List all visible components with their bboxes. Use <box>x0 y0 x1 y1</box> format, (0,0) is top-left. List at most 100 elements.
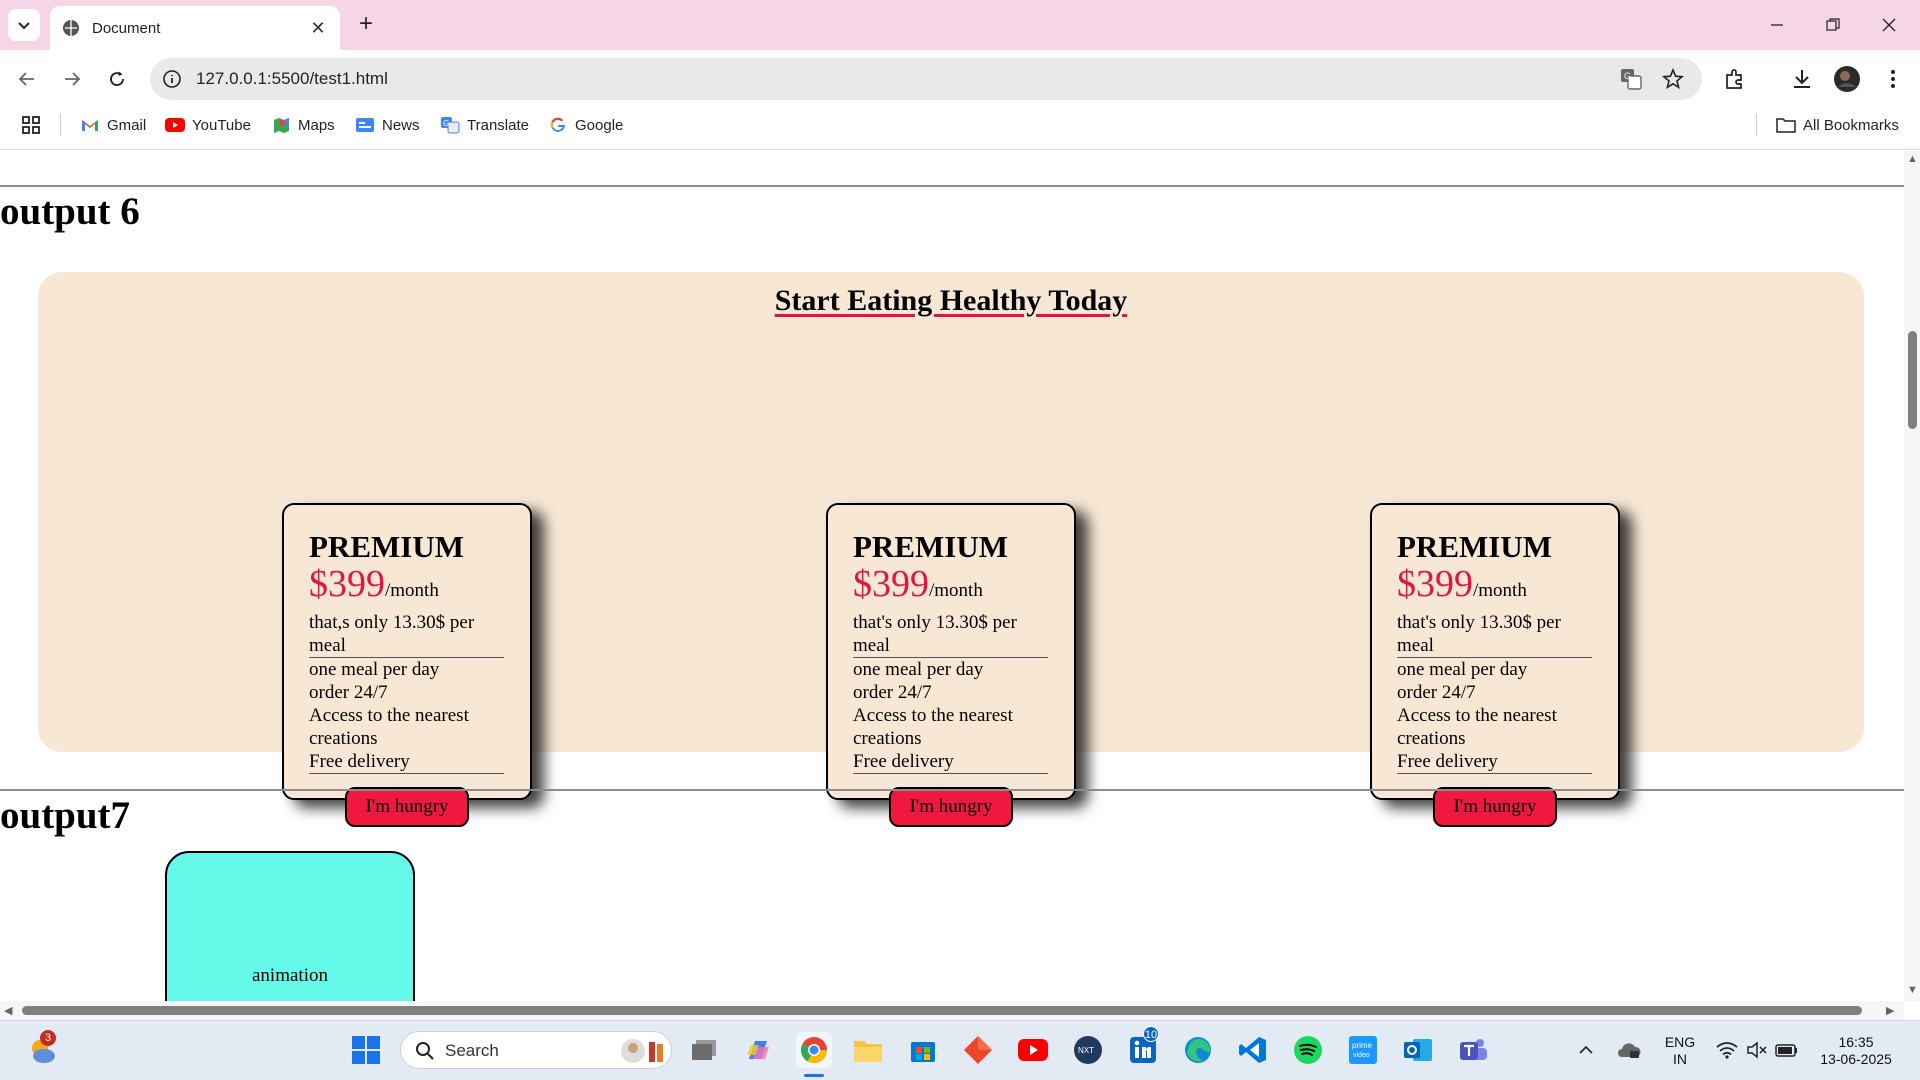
feature-item: order 24/7 <box>853 682 932 703</box>
language-indicator[interactable]: ENG IN <box>1660 1034 1700 1068</box>
all-bookmarks-label: All Bookmarks <box>1803 116 1899 134</box>
clock-date: 13-06-2025 <box>1820 1051 1892 1067</box>
task-view-button[interactable] <box>686 1032 722 1068</box>
new-tab-button[interactable]: + <box>352 11 380 39</box>
youtube-app-button[interactable] <box>1015 1032 1051 1068</box>
volume-button[interactable] <box>1742 1032 1772 1068</box>
horizontal-scroll-thumb[interactable] <box>22 1006 1862 1015</box>
bookmark-google[interactable]: Google <box>548 114 623 136</box>
windows-icon <box>352 1036 380 1064</box>
restore-button[interactable] <box>1810 8 1856 42</box>
spotify-button[interactable] <box>1290 1032 1326 1068</box>
feature-item: one meal per day <box>309 659 440 680</box>
star-icon[interactable] <box>1662 68 1684 90</box>
feature-item: order 24/7 <box>309 682 388 703</box>
file-explorer-button[interactable] <box>850 1032 886 1068</box>
horizontal-scrollbar[interactable]: ◀ ▶ <box>0 1001 1904 1020</box>
im-hungry-button[interactable]: I'm hungry <box>345 787 469 827</box>
bookmark-news[interactable]: News <box>355 114 420 136</box>
pricing-panel: Start Eating Healthy Today PREMIUM $399/… <box>38 272 1864 827</box>
cloud-icon <box>1618 1043 1641 1058</box>
reload-button[interactable] <box>100 62 134 96</box>
pricing-card: PREMIUM $399/month that,s only 13.30$ pe… <box>282 503 532 827</box>
show-hidden-icons-button[interactable] <box>1574 1032 1598 1068</box>
apps-button[interactable] <box>22 114 40 136</box>
plan-name: PREMIUM <box>1397 529 1552 564</box>
store-button[interactable] <box>905 1032 941 1068</box>
downloads-button[interactable] <box>1785 62 1819 96</box>
tab-document[interactable]: Document ✕ <box>50 6 340 50</box>
im-hungry-button[interactable]: I'm hungry <box>889 787 1013 827</box>
feature-item: one meal per day <box>1397 659 1528 680</box>
close-tab-icon[interactable]: ✕ <box>308 18 328 39</box>
chrome-button[interactable] <box>796 1032 832 1068</box>
site-info-icon[interactable] <box>162 69 182 89</box>
search-icon <box>416 1042 434 1060</box>
back-button[interactable] <box>10 62 44 96</box>
youtube-icon <box>165 116 185 134</box>
price: $399 <box>1397 563 1473 605</box>
profile-button[interactable] <box>1830 62 1864 96</box>
prime-video-button[interactable]: prime video <box>1345 1032 1381 1068</box>
extensions-button[interactable] <box>1718 62 1752 96</box>
scroll-down-icon[interactable]: ▼ <box>1907 984 1918 996</box>
minimize-icon <box>1771 24 1783 26</box>
section-heading-output7: output7 <box>0 794 131 837</box>
animation-box: animation <box>165 851 415 1001</box>
bookmark-youtube[interactable]: YouTube <box>165 114 251 136</box>
battery-button[interactable] <box>1772 1032 1802 1068</box>
all-bookmarks-button[interactable]: All Bookmarks <box>1776 114 1899 136</box>
region-code: IN <box>1673 1051 1687 1067</box>
vertical-scroll-thumb[interactable] <box>1908 331 1917 429</box>
price-period: /month <box>385 580 439 601</box>
start-button[interactable] <box>348 1032 384 1068</box>
tab-search-button[interactable] <box>8 9 40 41</box>
bookmark-gmail[interactable]: Gmail <box>80 114 146 136</box>
bookmark-label: Maps <box>298 116 335 134</box>
close-window-button[interactable] <box>1866 8 1912 42</box>
nxtwave-app-button[interactable]: NXT <box>1070 1032 1106 1068</box>
browser-menu-button[interactable] <box>1876 62 1910 96</box>
translate-page-icon[interactable]: G <box>1620 68 1642 90</box>
bookmark-translate[interactable]: G Translate <box>440 114 529 136</box>
wifi-button[interactable] <box>1712 1032 1742 1068</box>
bookmark-label: Google <box>575 116 624 134</box>
edge-button[interactable] <box>1180 1032 1216 1068</box>
price-note: that's only 13.30$ per meal <box>853 611 1048 658</box>
chevron-down-icon <box>18 22 30 30</box>
app-diamond-button[interactable] <box>960 1032 996 1068</box>
outlook-icon <box>1404 1039 1432 1061</box>
forward-button[interactable] <box>55 62 89 96</box>
close-icon <box>1882 18 1896 32</box>
linkedin-badge: 10 <box>1143 1026 1159 1042</box>
scroll-right-icon[interactable]: ▶ <box>1886 1004 1894 1017</box>
copilot-button[interactable] <box>740 1032 776 1068</box>
im-hungry-button[interactable]: I'm hungry <box>1433 787 1557 827</box>
diamond-app-icon <box>964 1036 992 1064</box>
address-bar[interactable]: 127.0.0.1:5500/test1.html G <box>150 58 1702 100</box>
gmail-icon <box>80 116 100 134</box>
scroll-up-icon[interactable]: ▲ <box>1907 153 1918 165</box>
feature-item: Free delivery <box>309 750 504 774</box>
bookmark-maps[interactable]: Maps <box>271 114 335 136</box>
panel-title: Start Eating Healthy Today <box>774 284 1128 317</box>
active-app-indicator <box>804 1074 824 1077</box>
price-row: $399/month <box>1397 565 1592 611</box>
language-code: ENG <box>1664 1034 1696 1050</box>
taskbar-search[interactable]: Search <box>400 1031 672 1069</box>
vscode-button[interactable] <box>1235 1032 1271 1068</box>
feature-item: Access to the nearest creations <box>309 705 469 749</box>
vertical-scrollbar[interactable]: ▲ ▼ <box>1904 151 1920 1001</box>
onedrive-button[interactable] <box>1614 1032 1644 1068</box>
price: $399 <box>309 563 385 605</box>
clock[interactable]: 16:35 13-06-2025 <box>1808 1034 1904 1068</box>
teams-button[interactable] <box>1455 1032 1491 1068</box>
minimize-button[interactable] <box>1754 8 1800 42</box>
price-row: $399/month <box>853 565 1048 611</box>
url-text[interactable]: 127.0.0.1:5500/test1.html <box>196 69 388 89</box>
outlook-button[interactable] <box>1400 1032 1436 1068</box>
scroll-left-icon[interactable]: ◀ <box>4 1004 12 1017</box>
maps-icon <box>271 116 291 134</box>
weather-widget[interactable]: 3 <box>24 1030 60 1068</box>
linkedin-app-button[interactable]: 10 <box>1125 1026 1161 1068</box>
